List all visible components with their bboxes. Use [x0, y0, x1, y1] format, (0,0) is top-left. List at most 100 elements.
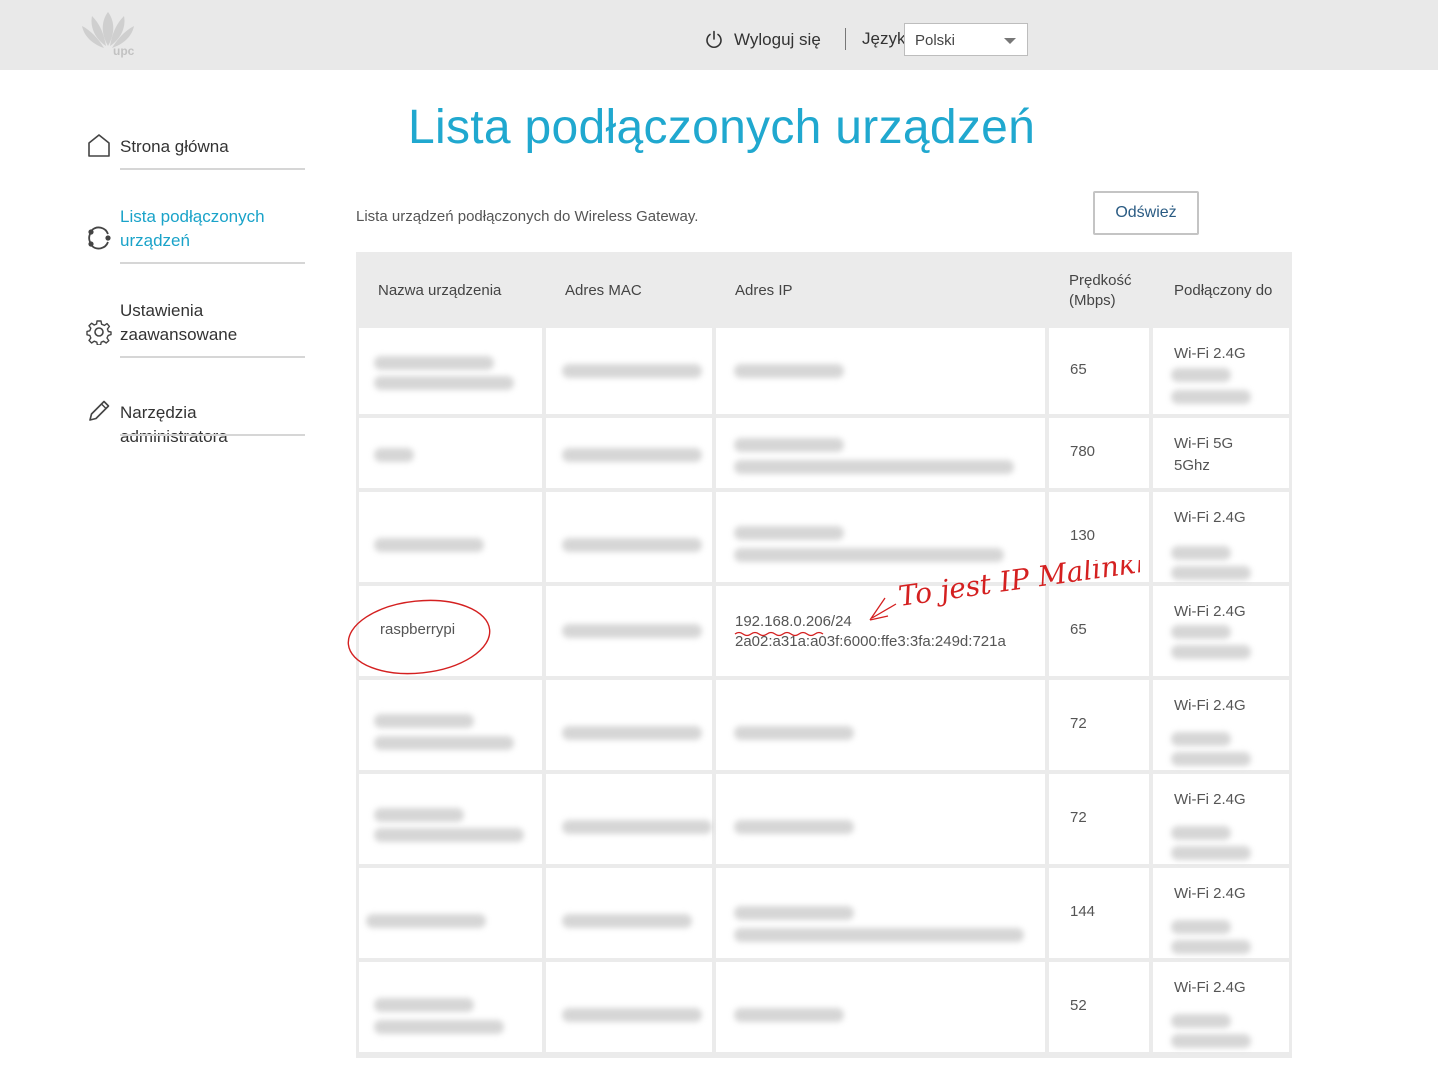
cell-ip	[716, 680, 1045, 770]
redacted-mac	[562, 538, 702, 552]
pencil-icon	[89, 400, 110, 421]
redacted-ip	[734, 820, 854, 834]
connection-type: Wi-Fi 5G	[1174, 435, 1234, 452]
speed-value: 130	[1070, 527, 1096, 544]
handwritten-annotation: To jest IP Malinki	[347, 560, 1140, 675]
cell-name	[359, 868, 542, 958]
cell-mac	[546, 962, 712, 1052]
cell-speed	[1049, 962, 1149, 1052]
cell-ip	[716, 962, 1045, 1052]
column-header-connected: Podłączony do	[1153, 255, 1289, 324]
redacted-connected-detail	[1171, 752, 1251, 766]
column-header-name: Nazwa urządzenia	[359, 255, 542, 324]
logo-text: upc	[113, 44, 135, 58]
connection-band: 5Ghz	[1174, 457, 1210, 474]
chevron-down-icon	[1004, 38, 1016, 44]
redacted-name	[374, 538, 484, 552]
language-label: Język	[862, 29, 906, 48]
refresh-button[interactable]: Odśwież	[1093, 191, 1199, 235]
redacted-name	[374, 998, 474, 1012]
redacted-name	[374, 828, 524, 842]
redacted-name	[366, 914, 486, 928]
redacted-connected-detail	[1171, 920, 1231, 934]
language-select[interactable]: Polski	[904, 23, 1028, 56]
cell-speed	[1049, 418, 1149, 488]
redacted-name	[374, 356, 494, 370]
redacted-connected-detail	[1171, 546, 1231, 560]
speed-value: 72	[1070, 715, 1087, 732]
connection-type: Wi-Fi 2.4G	[1174, 791, 1246, 808]
sidebar-item-label-line2: zaawansowane	[120, 325, 238, 344]
sidebar-item-admin-tools[interactable]: Narzędzia administratora	[86, 396, 306, 446]
redacted-connected-detail	[1171, 1034, 1251, 1048]
redacted-ip	[734, 438, 844, 452]
cell-connected	[1153, 418, 1289, 488]
connection-type: Wi-Fi 2.4G	[1174, 603, 1246, 620]
cell-mac	[546, 680, 712, 770]
page-description: Lista urządzeń podłączonych do Wireless …	[356, 208, 699, 225]
header-divider	[845, 28, 846, 50]
speed-value: 780	[1070, 443, 1096, 460]
cell-speed	[1049, 680, 1149, 770]
redacted-mac	[562, 914, 692, 928]
sidebar-divider	[120, 262, 305, 264]
cell-speed	[1049, 328, 1149, 414]
sidebar-item-home[interactable]: Strona główna	[86, 130, 306, 172]
sidebar-item-label: Strona główna	[120, 137, 229, 156]
connection-type: Wi-Fi 2.4G	[1174, 697, 1246, 714]
devices-icon	[88, 226, 111, 250]
sidebar-item-label: Ustawienia	[120, 301, 204, 320]
cell-speed	[1049, 868, 1149, 958]
redacted-ip	[734, 928, 1024, 942]
annotation-underline	[734, 631, 824, 637]
annotation-circle	[347, 599, 491, 675]
sidebar-item-label: Narzędzia administratora	[120, 403, 228, 446]
page-title: Lista podłączonych urządzeń	[408, 101, 1036, 154]
redacted-connected-detail	[1171, 566, 1251, 580]
redacted-name	[374, 808, 464, 822]
redacted-name	[374, 1020, 504, 1034]
redacted-connected-detail	[1171, 625, 1231, 639]
speed-value: 144	[1070, 903, 1096, 920]
cell-name	[359, 328, 542, 414]
redacted-name	[374, 736, 514, 750]
redacted-mac	[562, 448, 702, 462]
sidebar-item-label: Lista podłączonych	[120, 207, 265, 226]
redacted-ip	[734, 526, 844, 540]
redacted-ip	[734, 460, 1014, 474]
redacted-name	[374, 448, 414, 462]
redacted-connected-detail	[1171, 1014, 1231, 1028]
redacted-connected-detail	[1171, 940, 1251, 954]
home-icon	[88, 134, 110, 157]
redacted-name	[374, 714, 474, 728]
top-bar: upc Wyloguj się Język Polski	[0, 0, 1438, 70]
redacted-ip	[734, 906, 854, 920]
redacted-mac	[562, 820, 712, 834]
logout-label: Wyloguj się	[734, 30, 821, 49]
sidebar-divider	[120, 356, 305, 358]
column-header-speed: Prędkość (Mbps)	[1049, 255, 1149, 324]
cell-mac	[546, 774, 712, 864]
cell-ip	[716, 418, 1045, 488]
column-header-mac: Adres MAC	[546, 255, 712, 324]
redacted-connected-detail	[1171, 826, 1231, 840]
language-value: Polski	[915, 32, 956, 49]
speed-value: 72	[1070, 809, 1087, 826]
speed-value: 65	[1070, 361, 1087, 378]
redacted-mac	[562, 364, 702, 378]
cell-mac	[546, 868, 712, 958]
redacted-mac	[562, 1008, 702, 1022]
redacted-connected-detail	[1171, 390, 1251, 404]
connection-type: Wi-Fi 2.4G	[1174, 979, 1246, 996]
sidebar-divider	[120, 168, 305, 170]
redacted-name	[374, 376, 514, 390]
annotation-text: To jest IP Malinki	[896, 560, 1140, 613]
sidebar-item-label-line2: urządzeń	[120, 231, 190, 250]
sidebar-divider	[120, 434, 305, 436]
sidebar-item-advanced-settings[interactable]: Ustawienia zaawansowane	[86, 298, 306, 360]
redacted-ip	[734, 364, 844, 378]
redacted-ip	[734, 1008, 844, 1022]
sidebar-item-devices[interactable]: Lista podłączonych urządzeń	[86, 204, 306, 266]
redacted-ip	[734, 726, 854, 740]
logout-button[interactable]: Wyloguj się	[704, 26, 821, 54]
